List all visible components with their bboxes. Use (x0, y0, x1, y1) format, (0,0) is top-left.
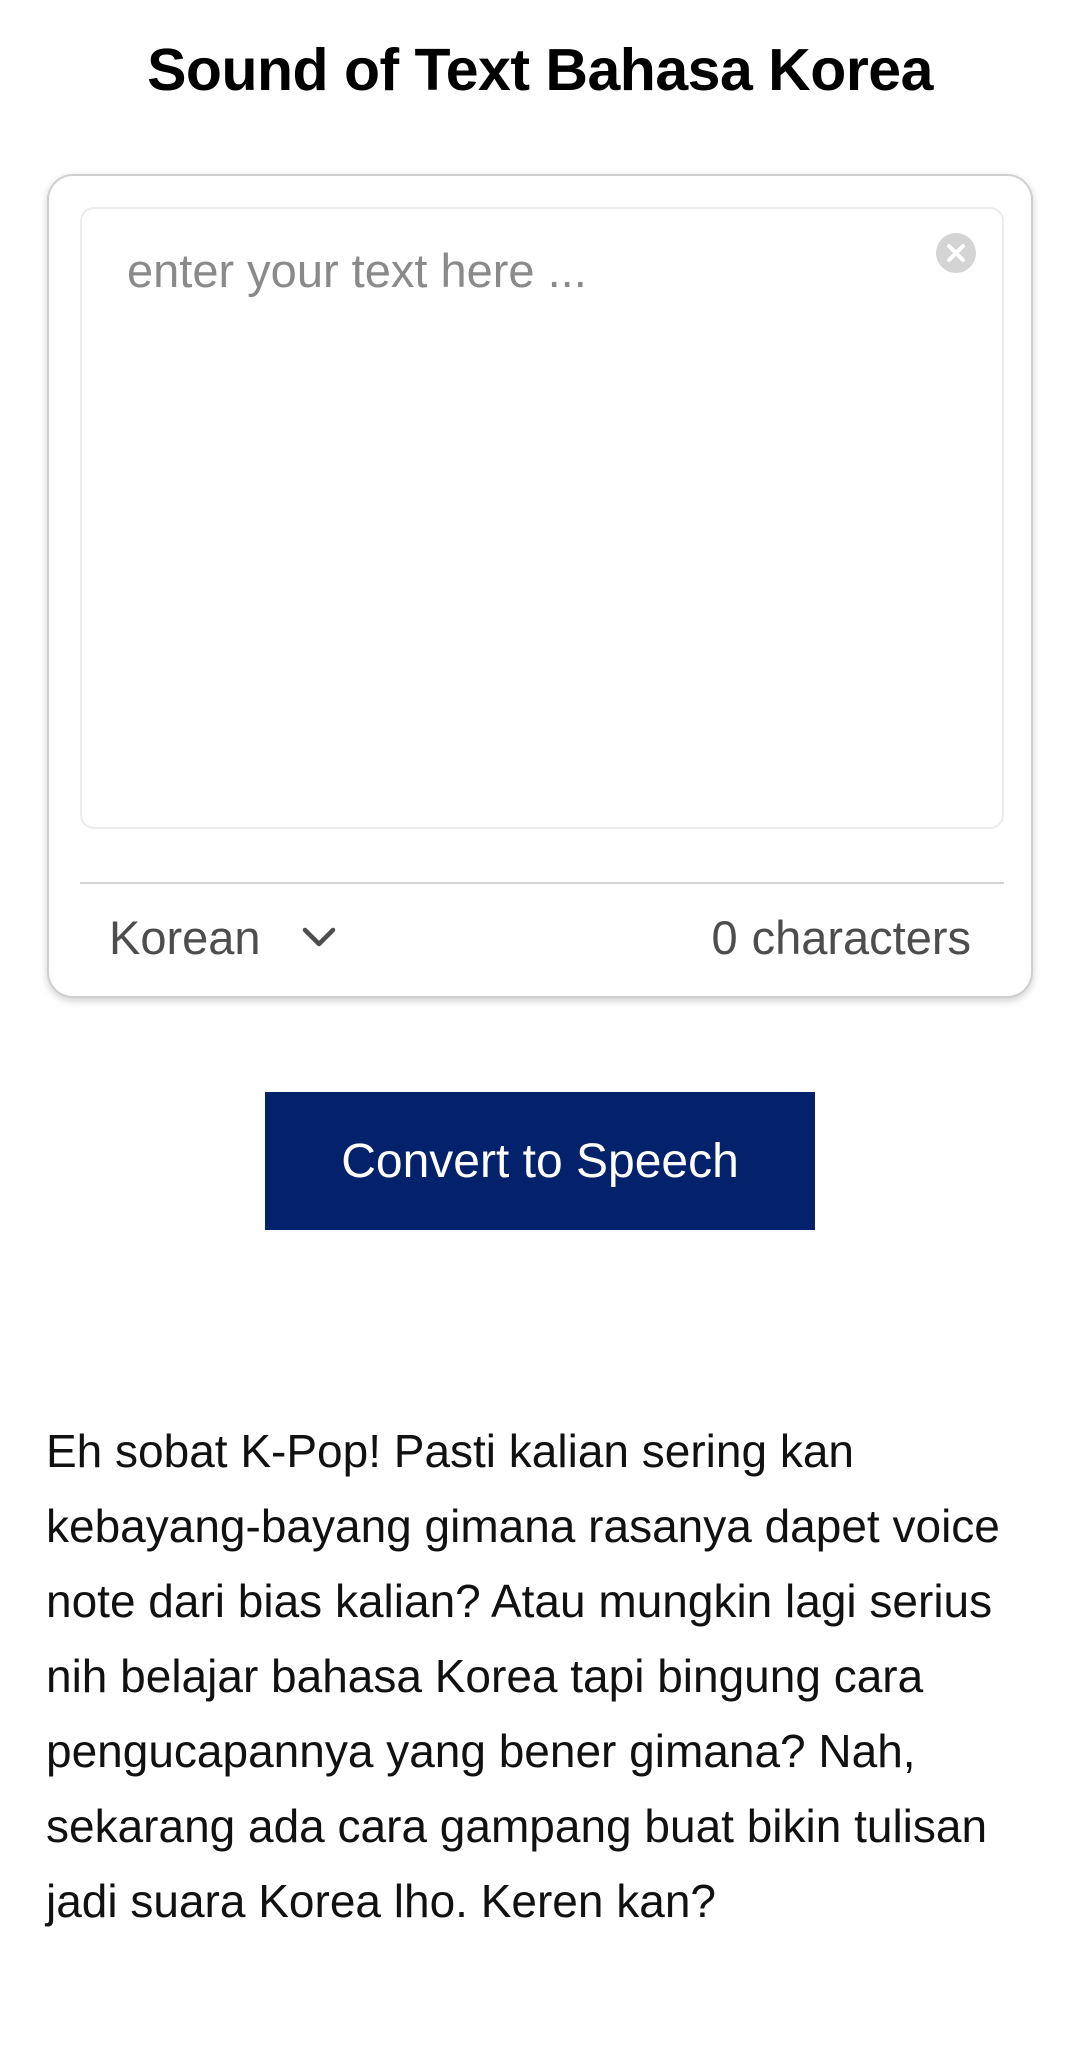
character-count-label: characters (751, 910, 971, 964)
character-counter: 0 characters (711, 896, 971, 978)
clear-text-button[interactable] (936, 233, 976, 273)
chevron-down-icon (302, 927, 335, 947)
page-title: Sound of Text Bahasa Korea (147, 37, 933, 103)
intro-paragraph: Eh sobat K-Pop! Pasti kalian sering kan … (46, 1425, 1000, 1927)
page: Sound of Text Bahasa Korea Korean 0 char… (0, 0, 1080, 2047)
text-input[interactable] (80, 207, 1004, 829)
close-circle-icon (947, 244, 965, 262)
character-count-value: 0 (711, 910, 738, 964)
language-select[interactable]: Korean (109, 896, 337, 978)
language-label: Korean (109, 910, 261, 964)
divider (80, 882, 1004, 884)
text-to-speech-card: Korean 0 characters (47, 174, 1033, 998)
convert-to-speech-button[interactable]: Convert to Speech (265, 1092, 815, 1230)
